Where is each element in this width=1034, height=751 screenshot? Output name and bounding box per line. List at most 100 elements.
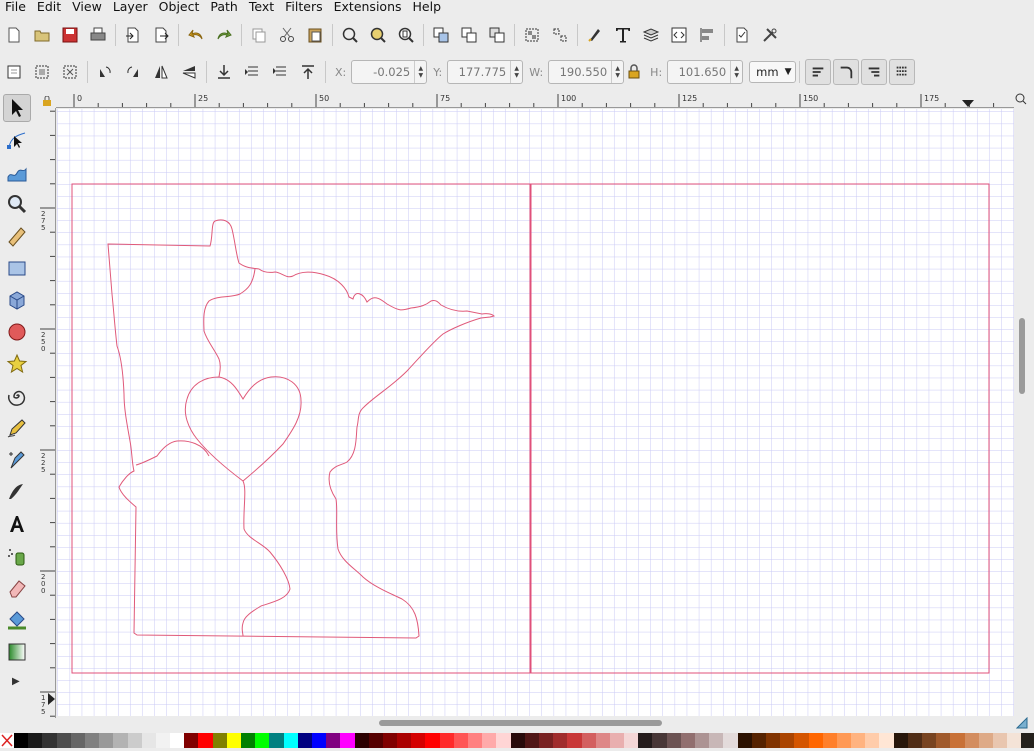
color-swatch[interactable] [609, 733, 625, 748]
pencil-tool[interactable] [3, 414, 31, 442]
color-swatch[interactable] [765, 733, 781, 748]
color-swatch[interactable] [922, 733, 937, 748]
x-coordinate-field[interactable]: -0.025 ▲ ▼ [351, 60, 428, 84]
color-swatch[interactable] [836, 733, 852, 748]
color-swatch[interactable] [397, 733, 412, 748]
flip-horizontal-icon[interactable] [147, 58, 175, 86]
color-swatch[interactable] [411, 733, 426, 748]
zoom-drawing-icon[interactable] [364, 21, 392, 49]
color-swatch[interactable] [652, 733, 667, 748]
spin-arrows[interactable]: ▲ ▼ [510, 61, 522, 83]
menu-help[interactable]: Help [408, 0, 448, 14]
color-swatch[interactable] [84, 733, 100, 748]
color-swatch[interactable] [780, 733, 795, 748]
ruler-corner-lock-icon[interactable] [42, 95, 52, 106]
deselect-icon[interactable] [56, 58, 84, 86]
document-properties-icon[interactable] [728, 21, 756, 49]
color-swatch[interactable] [141, 733, 156, 748]
y-coordinate-field[interactable]: 177.775 ▲ ▼ [447, 60, 524, 84]
select-all-icon[interactable] [0, 58, 28, 86]
color-swatch[interactable] [170, 733, 185, 748]
color-swatch[interactable] [340, 733, 355, 748]
color-swatch[interactable] [553, 733, 568, 748]
text-font-icon[interactable] [609, 21, 637, 49]
color-swatch[interactable] [70, 733, 85, 748]
color-swatch[interactable] [964, 733, 979, 748]
color-swatch[interactable] [567, 733, 582, 748]
color-swatch[interactable] [113, 733, 128, 748]
raise-icon[interactable] [266, 58, 294, 86]
corner-grip-icon[interactable] [1015, 716, 1028, 729]
color-swatch[interactable] [538, 733, 554, 748]
selector-tool[interactable] [3, 94, 31, 122]
color-swatch[interactable] [496, 733, 511, 748]
menu-view[interactable]: View [67, 0, 108, 14]
color-swatch[interactable] [907, 733, 922, 748]
color-swatch[interactable] [865, 733, 880, 748]
no-paint-swatch[interactable] [0, 733, 14, 748]
color-swatch[interactable] [709, 733, 724, 748]
text-tool[interactable] [3, 510, 31, 538]
color-swatch[interactable] [99, 733, 114, 748]
menu-text[interactable]: Text [244, 0, 280, 14]
paste-icon[interactable] [301, 21, 329, 49]
color-swatch[interactable] [851, 733, 866, 748]
scale-corners-toggle[interactable] [833, 59, 860, 85]
menu-file[interactable]: File [0, 0, 32, 14]
color-swatch[interactable] [893, 733, 908, 748]
color-swatch[interactable] [992, 733, 1008, 748]
color-swatch[interactable] [524, 733, 539, 748]
pen-tool[interactable] [3, 446, 31, 474]
gradient-tool[interactable] [3, 638, 31, 666]
3d-box-tool[interactable] [3, 286, 31, 314]
eraser-tool[interactable] [3, 574, 31, 602]
menu-layer[interactable]: Layer [108, 0, 154, 14]
zoom-page-icon[interactable] [392, 21, 420, 49]
color-swatch[interactable] [425, 733, 440, 748]
color-swatch[interactable] [439, 733, 454, 748]
xml-editor-icon[interactable] [665, 21, 693, 49]
vertical-scroll-thumb[interactable] [1019, 318, 1025, 394]
color-swatch[interactable] [368, 733, 383, 748]
clone-icon[interactable] [455, 21, 483, 49]
color-swatch[interactable] [155, 733, 171, 748]
color-swatch[interactable] [226, 733, 241, 748]
copy-icon[interactable] [245, 21, 273, 49]
color-swatch[interactable] [751, 733, 766, 748]
color-swatch[interactable] [794, 733, 809, 748]
color-swatch[interactable] [822, 733, 837, 748]
calligraphy-tool[interactable] [3, 478, 31, 506]
color-swatch[interactable] [42, 733, 57, 748]
lock-icon[interactable] [624, 58, 644, 86]
zoom-selection-icon[interactable] [336, 21, 364, 49]
redo-icon[interactable] [210, 21, 238, 49]
color-swatch[interactable] [1021, 733, 1034, 748]
undo-icon[interactable] [182, 21, 210, 49]
color-swatch[interactable] [241, 733, 256, 748]
unlink-clone-icon[interactable] [483, 21, 511, 49]
star-tool[interactable] [3, 350, 31, 378]
color-swatch[interactable] [666, 733, 681, 748]
spiral-tool[interactable] [3, 382, 31, 410]
tweak-tool[interactable] [3, 158, 31, 186]
spray-tool[interactable] [3, 542, 31, 570]
lower-to-bottom-icon[interactable] [210, 58, 238, 86]
ellipse-tool[interactable] [3, 318, 31, 346]
drawing-canvas[interactable] [57, 109, 1014, 716]
color-swatch[interactable] [382, 733, 398, 748]
toolbox-expand-icon[interactable]: ▶ [12, 676, 34, 687]
preferences-icon[interactable] [756, 21, 784, 49]
color-swatch[interactable] [311, 733, 327, 748]
rectangle-tool[interactable] [3, 254, 31, 282]
group-icon[interactable] [518, 21, 546, 49]
measure-tool[interactable] [3, 222, 31, 250]
flip-vertical-icon[interactable] [175, 58, 203, 86]
import-icon[interactable] [119, 21, 147, 49]
height-field[interactable]: 101.650 ▲ ▼ [667, 60, 744, 84]
color-swatch[interactable] [1007, 733, 1022, 748]
color-swatch[interactable] [127, 733, 142, 748]
color-swatch[interactable] [184, 733, 199, 748]
color-swatch[interactable] [978, 733, 993, 748]
color-swatch[interactable] [638, 733, 653, 748]
menu-filters[interactable]: Filters [280, 0, 328, 14]
